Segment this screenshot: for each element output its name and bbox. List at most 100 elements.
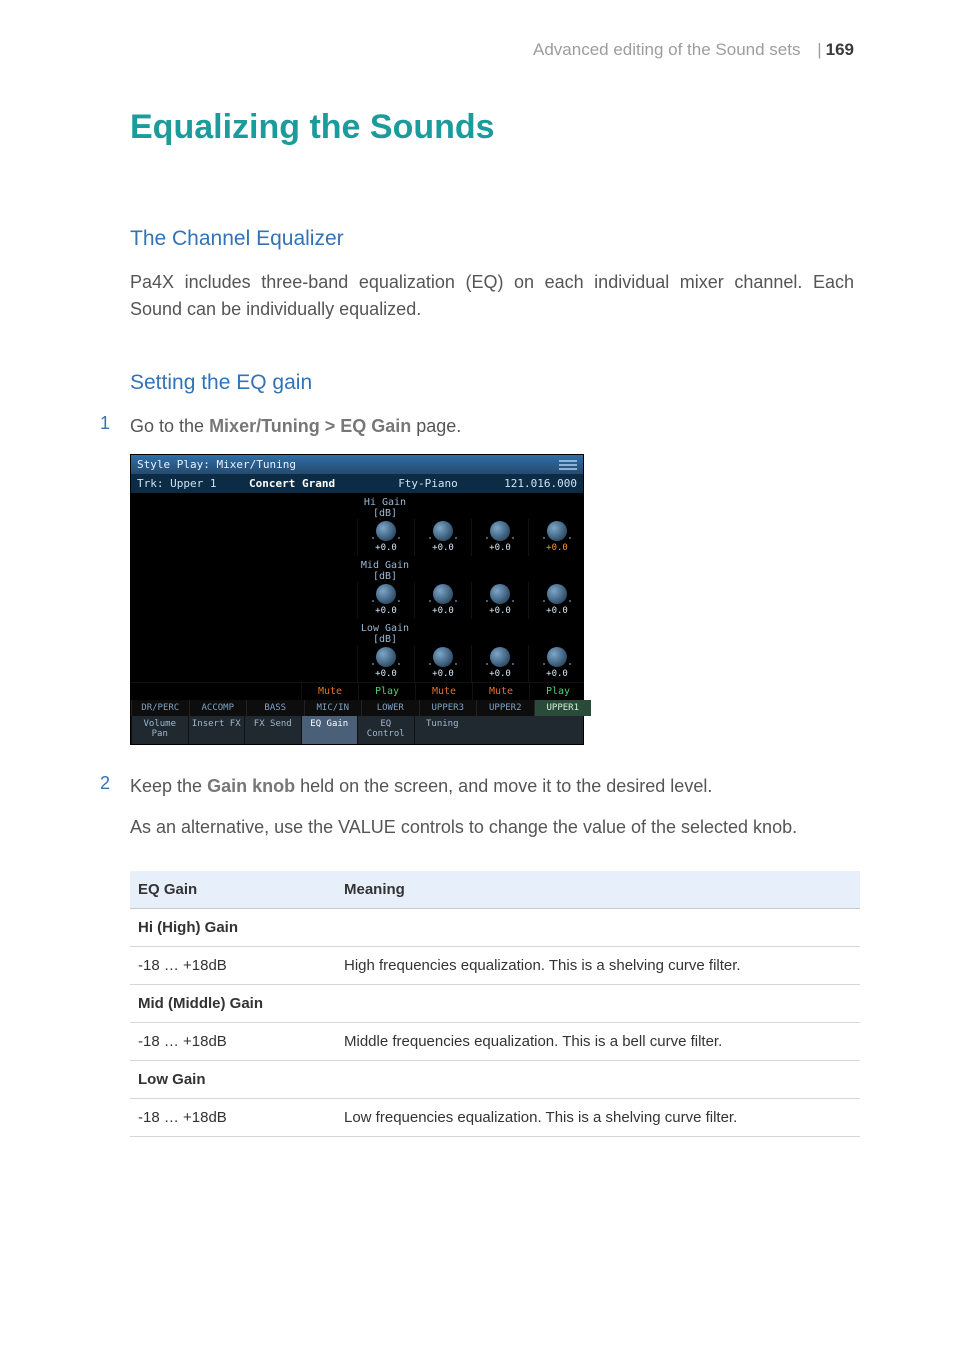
track-tab[interactable]: ACCOMP bbox=[189, 700, 247, 716]
knob-value: +0.0 bbox=[529, 606, 585, 616]
menu-path: Mixer/Tuning > EQ Gain bbox=[209, 416, 411, 436]
text: controls to change the value of the sele… bbox=[396, 817, 797, 837]
low-gain-knob-cell[interactable]: +0.0 bbox=[528, 645, 585, 682]
knob-value: +0.0 bbox=[472, 543, 528, 553]
knob-icon[interactable] bbox=[376, 521, 396, 541]
hi-gain-knob-cell[interactable]: +0.0 bbox=[414, 519, 471, 556]
section-heading-eq-gain: Setting the EQ gain bbox=[130, 371, 854, 395]
hi-gain-row: +0.0 +0.0 +0.0 +0.0 bbox=[131, 519, 583, 556]
preset-category: Fty-Piano bbox=[375, 474, 481, 493]
header-separator: | bbox=[817, 40, 821, 59]
mid-gain-knob-cell[interactable]: +0.0 bbox=[357, 582, 414, 619]
page-tab[interactable]: Tuning bbox=[414, 716, 471, 744]
table-cell: -18 … +18dB bbox=[130, 946, 336, 984]
page-tab[interactable]: EQ Control bbox=[357, 716, 414, 744]
preset-number: 121.016.000 bbox=[481, 474, 583, 493]
mid-gain-knob-cell[interactable]: +0.0 bbox=[414, 582, 471, 619]
low-gain-knob-cell[interactable]: +0.0 bbox=[414, 645, 471, 682]
knob-icon[interactable] bbox=[490, 647, 510, 667]
running-header: Advanced editing of the Sound sets |169 bbox=[100, 40, 854, 60]
knob-icon[interactable] bbox=[547, 584, 567, 604]
value-control: VALUE bbox=[338, 817, 396, 837]
window-info-bar: Trk: Upper 1 Concert Grand Fty-Piano 121… bbox=[131, 474, 583, 493]
band-label-hi: Hi Gain [dB] bbox=[357, 493, 413, 519]
page-tab[interactable]: Volume Pan bbox=[131, 716, 188, 744]
table-head: EQ Gain bbox=[130, 871, 336, 909]
knob-value: +0.0 bbox=[472, 669, 528, 679]
state-cell[interactable]: Play bbox=[358, 683, 415, 700]
state-cell[interactable]: Mute bbox=[472, 683, 529, 700]
track-tab[interactable]: MIC/IN bbox=[304, 700, 362, 716]
low-gain-knob-cell[interactable]: +0.0 bbox=[357, 645, 414, 682]
knob-icon[interactable] bbox=[376, 647, 396, 667]
track-tab[interactable]: UPPER2 bbox=[476, 700, 534, 716]
mid-gain-knob-cell[interactable]: +0.0 bbox=[528, 582, 585, 619]
page-number: 169 bbox=[826, 40, 854, 59]
track-tab[interactable]: UPPER3 bbox=[419, 700, 477, 716]
hi-gain-knob-cell[interactable]: +0.0 bbox=[357, 519, 414, 556]
low-gain-knob-cell[interactable]: +0.0 bbox=[471, 645, 528, 682]
text: Keep the bbox=[130, 776, 207, 796]
knob-icon[interactable] bbox=[547, 647, 567, 667]
alt-paragraph: As an alternative, use the VALUE control… bbox=[130, 814, 854, 841]
page-tab[interactable]: EQ Gain bbox=[301, 716, 358, 744]
hi-gain-knob-cell[interactable]: +0.0 bbox=[528, 519, 585, 556]
knob-value: +0.0 bbox=[358, 606, 414, 616]
window-title: Style Play: Mixer/Tuning bbox=[137, 458, 296, 471]
eq-gain-screenshot: Style Play: Mixer/Tuning Trk: Upper 1 Co… bbox=[130, 454, 584, 745]
knob-icon[interactable] bbox=[433, 584, 453, 604]
knob-value: +0.0 bbox=[358, 543, 414, 553]
table-section-row: Low Gain bbox=[130, 1060, 860, 1098]
page-title: Equalizing the Sounds bbox=[130, 108, 854, 147]
mute-play-row: Mute Play Mute Mute Play bbox=[131, 682, 583, 700]
state-cell[interactable]: Play bbox=[529, 683, 586, 700]
band-label-mid: Mid Gain [dB] bbox=[357, 556, 413, 582]
knob-value: +0.0 bbox=[529, 669, 585, 679]
track-tab[interactable]: LOWER bbox=[361, 700, 419, 716]
table-section-row: Mid (Middle) Gain bbox=[130, 984, 860, 1022]
section-body-channel-eq: Pa4X includes three-band equalization (E… bbox=[130, 269, 854, 323]
knob-value: +0.0 bbox=[472, 606, 528, 616]
low-gain-row: +0.0 +0.0 +0.0 +0.0 bbox=[131, 645, 583, 682]
page: Advanced editing of the Sound sets |169 … bbox=[0, 0, 954, 1217]
hi-gain-knob-cell[interactable]: +0.0 bbox=[471, 519, 528, 556]
table-head: Meaning bbox=[336, 871, 860, 909]
table-section: Mid (Middle) Gain bbox=[130, 984, 860, 1022]
state-cell[interactable]: Mute bbox=[415, 683, 472, 700]
knob-icon[interactable] bbox=[376, 584, 396, 604]
page-tab[interactable]: FX Send bbox=[244, 716, 301, 744]
track-tab[interactable]: UPPER1 bbox=[534, 700, 592, 716]
track-tab[interactable]: DR/PERC bbox=[131, 700, 189, 716]
knob-value: +0.0 bbox=[529, 543, 585, 553]
knob-icon[interactable] bbox=[433, 521, 453, 541]
eq-gain-table: EQ Gain Meaning Hi (High) Gain -18 … +18… bbox=[130, 871, 860, 1137]
band-label-low: Low Gain [dB] bbox=[357, 619, 413, 645]
knob-icon[interactable] bbox=[433, 647, 453, 667]
table-cell: -18 … +18dB bbox=[130, 1098, 336, 1136]
table-row: -18 … +18dB Middle frequencies equalizat… bbox=[130, 1022, 860, 1060]
knob-value: +0.0 bbox=[358, 669, 414, 679]
state-cell[interactable]: Mute bbox=[301, 683, 358, 700]
table-section: Hi (High) Gain bbox=[130, 908, 860, 946]
knob-icon[interactable] bbox=[547, 521, 567, 541]
text: page. bbox=[411, 416, 461, 436]
table-cell: High frequencies equalization. This is a… bbox=[336, 946, 860, 984]
knob-value: +0.0 bbox=[415, 606, 471, 616]
control-name: Gain knob bbox=[207, 776, 295, 796]
text: Go to the bbox=[130, 416, 209, 436]
page-tab[interactable]: Insert FX bbox=[188, 716, 245, 744]
mid-gain-row: +0.0 +0.0 +0.0 +0.0 bbox=[131, 582, 583, 619]
table-row: -18 … +18dB High frequencies equalizatio… bbox=[130, 946, 860, 984]
table-section-row: Hi (High) Gain bbox=[130, 908, 860, 946]
table-cell: Middle frequencies equalization. This is… bbox=[336, 1022, 860, 1060]
page-tabs-row: Volume Pan Insert FX FX Send EQ Gain EQ … bbox=[131, 716, 583, 744]
knob-icon[interactable] bbox=[490, 521, 510, 541]
step-text: Go to the Mixer/Tuning > EQ Gain page. bbox=[130, 413, 854, 440]
menu-icon[interactable] bbox=[559, 464, 577, 466]
track-tab[interactable]: BASS bbox=[246, 700, 304, 716]
mid-gain-knob-cell[interactable]: +0.0 bbox=[471, 582, 528, 619]
table-head-row: EQ Gain Meaning bbox=[130, 871, 860, 909]
step-1: 1 Go to the Mixer/Tuning > EQ Gain page. bbox=[100, 413, 854, 440]
knob-icon[interactable] bbox=[490, 584, 510, 604]
knob-value: +0.0 bbox=[415, 669, 471, 679]
